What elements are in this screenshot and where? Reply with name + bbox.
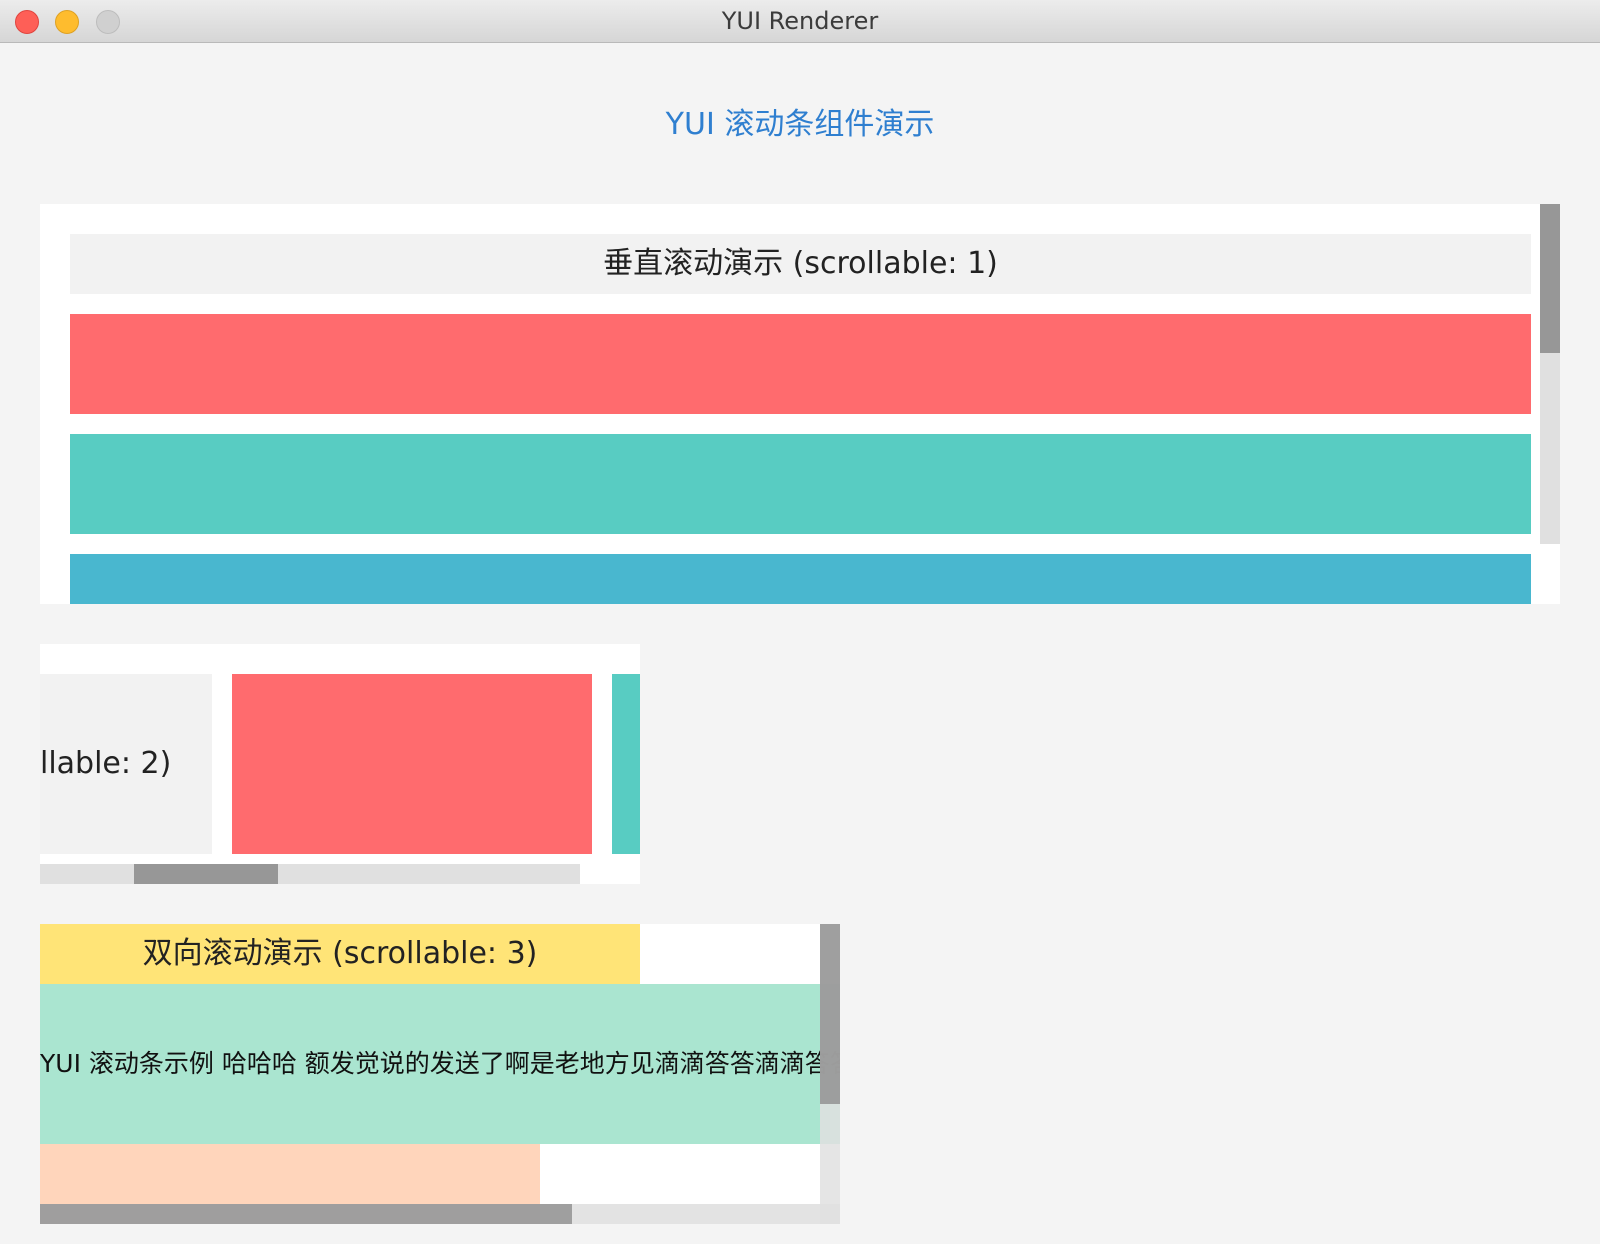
bidirectional-text-row: YUI 滚动条示例 哈哈哈 额发觉说的发送了啊是老地方见滴滴答答滴滴答答滴滴答答 (40, 984, 840, 1144)
bidirectional-vertical-thumb[interactable] (820, 924, 840, 1104)
window-titlebar: YUI Renderer (0, 0, 1600, 43)
bidirectional-horizontal-thumb[interactable] (40, 1204, 572, 1224)
horizontal-demo-title: llable: 2) (40, 674, 212, 854)
window-title: YUI Renderer (721, 7, 879, 35)
bidirectional-scroll-panel[interactable]: 双向滚动演示 (scrollable: 3) YUI 滚动条示例 哈哈哈 额发觉… (40, 924, 840, 1224)
bidirectional-demo-title: 双向滚动演示 (scrollable: 3) (40, 924, 640, 984)
vertical-scroll-panel[interactable]: 垂直滚动演示 (scrollable: 1) (40, 204, 1560, 604)
vertical-block-red (70, 314, 1531, 414)
vertical-block-blue (70, 554, 1531, 604)
horizontal-scrollbar-thumb[interactable] (134, 864, 278, 884)
vertical-demo-title: 垂直滚动演示 (scrollable: 1) (70, 234, 1531, 294)
horizontal-demo-title-text: llable: 2) (40, 746, 172, 781)
page-heading: YUI 滚动条组件演示 (665, 107, 935, 142)
vertical-block-teal (70, 434, 1531, 534)
horizontal-scroll-panel[interactable]: llable: 2) (40, 644, 640, 884)
horizontal-scrollbar-track[interactable] (40, 864, 580, 884)
bidirectional-long-text: YUI 滚动条示例 哈哈哈 额发觉说的发送了啊是老地方见滴滴答答滴滴答答滴滴答答 (40, 1049, 840, 1078)
bidirectional-demo-title-text: 双向滚动演示 (scrollable: 3) (142, 936, 538, 971)
horizontal-block-red (232, 674, 592, 854)
vertical-scrollbar-thumb[interactable] (1540, 204, 1560, 353)
horizontal-block-teal (612, 674, 640, 854)
